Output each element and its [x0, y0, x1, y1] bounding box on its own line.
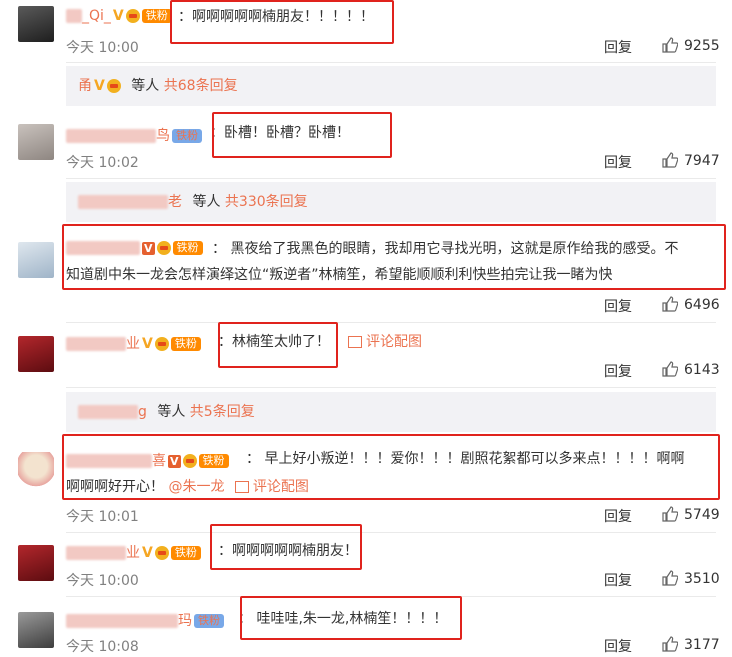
divider — [66, 322, 716, 323]
crown-icon — [154, 337, 169, 351]
crown-icon — [125, 9, 140, 23]
like-count: 6143 — [684, 362, 720, 378]
comment-author[interactable]: 业 V 铁粉 — [66, 542, 201, 562]
image-icon — [348, 336, 362, 348]
divider — [66, 62, 716, 63]
like-count: 9255 — [684, 38, 720, 54]
avatar[interactable] — [18, 612, 54, 648]
reply-count-link[interactable]: 共68条回复 — [164, 78, 238, 94]
reply-button[interactable]: 回复 — [604, 506, 632, 526]
like-button[interactable]: 6143 — [662, 361, 720, 378]
highlight-box — [218, 322, 338, 368]
comment-time: 今天 10:01 — [66, 509, 139, 525]
like-count: 7947 — [684, 153, 720, 169]
comment-author[interactable]: 玛铁粉 — [66, 610, 224, 630]
thumb-up-icon — [662, 570, 678, 586]
image-link[interactable]: 评论配图 — [348, 331, 422, 353]
crown-icon — [154, 546, 169, 560]
comment-author[interactable]: 鸟铁粉 — [66, 125, 202, 145]
like-count: 6496 — [684, 297, 720, 313]
fan-badge: 铁粉 — [170, 337, 201, 351]
fan-badge: 铁粉 — [141, 9, 172, 23]
fan-badge: 铁粉 — [170, 546, 201, 560]
like-button[interactable]: 5749 — [662, 506, 720, 523]
divider — [66, 178, 716, 179]
reply-button[interactable]: 回复 — [604, 152, 632, 172]
divider — [66, 532, 716, 533]
like-button[interactable]: 9255 — [662, 37, 720, 54]
like-button[interactable]: 3177 — [662, 636, 720, 653]
verified-icon: V — [112, 8, 124, 24]
reply-button[interactable]: 回复 — [604, 570, 632, 590]
highlight-box — [170, 0, 394, 44]
reply-count-link[interactable]: 共5条回复 — [190, 404, 255, 420]
highlight-box — [240, 596, 462, 640]
avatar[interactable] — [18, 545, 54, 581]
divider — [66, 387, 716, 388]
highlight-box — [62, 224, 726, 290]
avatar[interactable] — [18, 242, 54, 278]
thumb-up-icon — [662, 152, 678, 168]
avatar[interactable] — [18, 336, 54, 372]
reply-button[interactable]: 回复 — [604, 37, 632, 57]
fan-badge: 铁粉 — [172, 129, 202, 143]
like-count: 5749 — [684, 507, 720, 523]
like-count: 3177 — [684, 637, 720, 653]
highlight-box — [212, 112, 392, 158]
like-button[interactable]: 6496 — [662, 296, 720, 313]
comment-time: 今天 10:08 — [66, 639, 139, 655]
comment-time: 今天 10:00 — [66, 40, 139, 56]
verified-icon: V — [94, 78, 105, 94]
avatar[interactable] — [18, 452, 54, 488]
reply-thread[interactable]: 老 等人 共330条回复 — [66, 182, 716, 222]
like-button[interactable]: 3510 — [662, 570, 720, 587]
like-count: 3510 — [684, 571, 720, 587]
thumb-up-icon — [662, 296, 678, 312]
verified-icon: V — [142, 336, 153, 352]
highlight-box — [210, 524, 362, 570]
like-button[interactable]: 7947 — [662, 152, 720, 169]
reply-button[interactable]: 回复 — [604, 636, 632, 656]
reply-thread[interactable]: 甬V 等人 共68条回复 — [66, 66, 716, 106]
avatar[interactable] — [18, 124, 54, 160]
comment-time: 今天 10:00 — [66, 573, 139, 589]
verified-icon: V — [142, 545, 153, 561]
reply-thread[interactable]: g 等人 共5条回复 — [66, 392, 716, 432]
fan-badge: 铁粉 — [194, 614, 224, 628]
reply-button[interactable]: 回复 — [604, 296, 632, 316]
thumb-up-icon — [662, 361, 678, 377]
comment-author[interactable]: 业 V 铁粉 — [66, 333, 201, 353]
comment-author[interactable]: _Qi_ V 铁粉 — [66, 8, 172, 24]
thumb-up-icon — [662, 37, 678, 53]
highlight-box — [62, 434, 720, 500]
thumb-up-icon — [662, 506, 678, 522]
thumb-up-icon — [662, 636, 678, 652]
reply-count-link[interactable]: 共330条回复 — [225, 194, 308, 210]
comment-time: 今天 10:02 — [66, 155, 139, 171]
reply-button[interactable]: 回复 — [604, 361, 632, 381]
crown-icon — [106, 79, 121, 93]
avatar[interactable] — [18, 6, 54, 42]
